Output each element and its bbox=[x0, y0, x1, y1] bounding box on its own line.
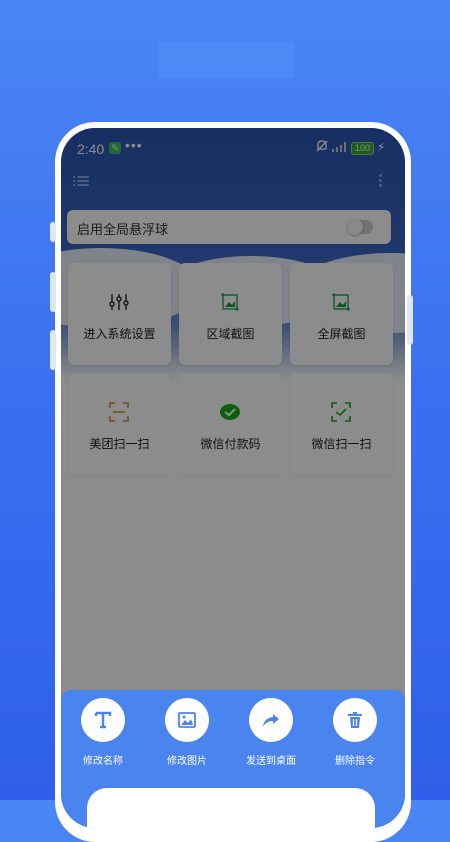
rename-action[interactable]: 修改名称 bbox=[63, 698, 143, 767]
action-label: 修改名称 bbox=[83, 756, 123, 767]
sheet-bottom-panel bbox=[87, 788, 375, 828]
top-banner-block bbox=[158, 42, 294, 78]
share-icon bbox=[249, 698, 293, 742]
action-label: 修改图片 bbox=[167, 756, 207, 767]
text-icon bbox=[81, 698, 125, 742]
phone-side-button bbox=[50, 330, 56, 370]
phone-screen: 2:40 ✎ ••• 100 ⚡ 启用全局悬浮球 进入系统设置 区域截图 全屏截… bbox=[61, 128, 405, 828]
phone-power-button bbox=[407, 295, 413, 345]
change-image-action[interactable]: 修改图片 bbox=[147, 698, 227, 767]
trash-icon bbox=[333, 698, 377, 742]
action-sheet: 修改名称 修改图片 发送到桌面 删除指令 bbox=[61, 690, 405, 828]
image-icon bbox=[165, 698, 209, 742]
action-label: 发送到桌面 bbox=[246, 756, 296, 767]
phone-side-button bbox=[50, 272, 56, 312]
send-to-desktop-action[interactable]: 发送到桌面 bbox=[231, 698, 311, 767]
action-label: 删除指令 bbox=[335, 756, 375, 767]
delete-command-action[interactable]: 删除指令 bbox=[315, 698, 395, 767]
phone-side-button bbox=[50, 222, 56, 242]
